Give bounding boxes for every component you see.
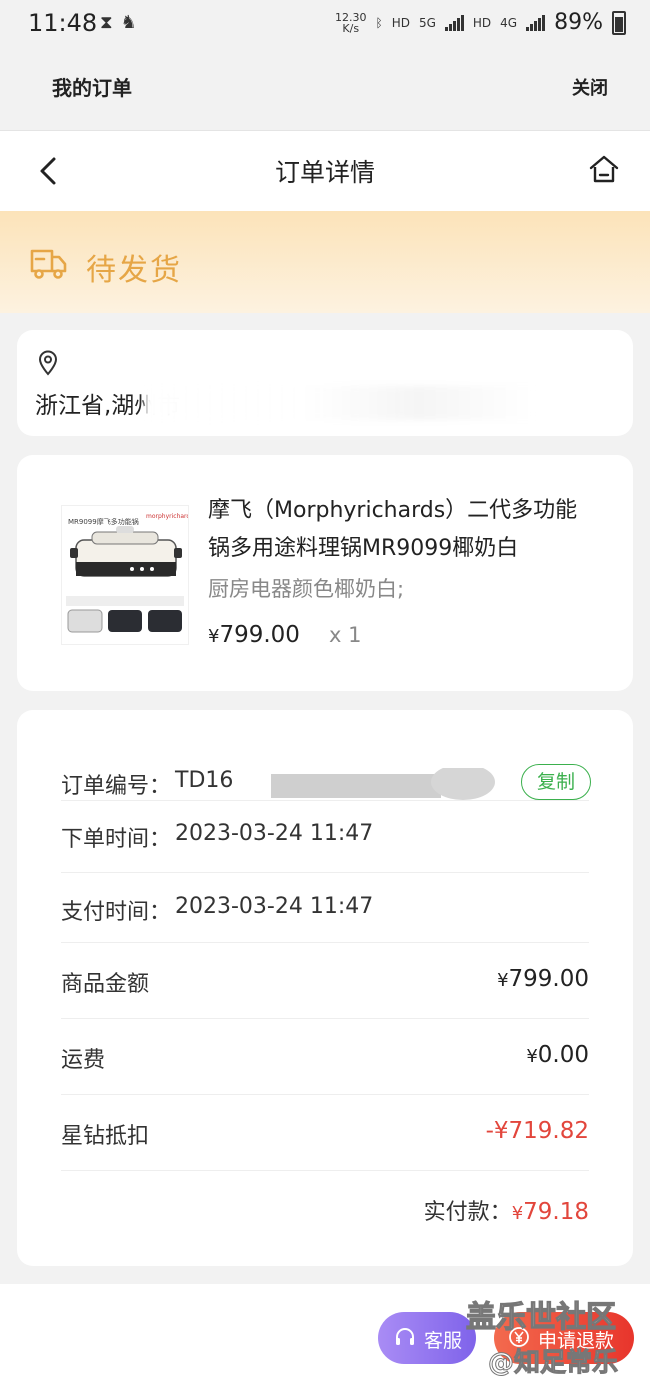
pay-time-row: 支付时间： 2023-03-24 11:47 <box>61 872 589 943</box>
hd-label-2: HD <box>472 15 492 30</box>
signal-icon <box>444 14 464 31</box>
order-number-label: 订单编号： <box>61 774 172 799</box>
clock: 11:48 <box>28 9 98 37</box>
address-redaction <box>145 386 535 420</box>
discount-label: 星钻抵扣 <box>61 1124 150 1149</box>
copy-button[interactable]: 复制 <box>521 764 591 800</box>
headset-icon <box>396 1328 414 1345</box>
shipping-row: 运费 ¥0.00 <box>61 1018 589 1095</box>
paid-amount: 实付款：¥79.18 <box>424 1194 589 1226</box>
product-price: ¥799.00 <box>208 622 300 648</box>
goods-amount-row: 商品金额 ¥799.00 <box>61 942 589 1019</box>
hourglass-icon: ⧗ <box>100 12 113 33</box>
shipping-label: 运费 <box>61 1048 106 1073</box>
address-card[interactable]: 浙江省,湖州市 <box>17 330 633 436</box>
product-image-caption: MR9099摩飞多功能锅 <box>68 517 139 526</box>
order-number-row: 订单编号： TD16 复制 <box>61 728 591 801</box>
pay-time-value: 2023-03-24 11:47 <box>175 894 374 919</box>
paid-value: ¥79.18 <box>511 1199 589 1225</box>
hd-label: HD <box>391 15 410 30</box>
watermark-user: @知足常乐 <box>487 1348 619 1379</box>
watermark-community: 盖乐世社区 <box>465 1299 616 1335</box>
order-info-card: 订单编号： TD16 复制 下单时间： 2023-03-24 11:47 支付时… <box>17 710 633 1266</box>
close-button[interactable]: 关闭 <box>572 74 608 100</box>
product-quantity: x 1 <box>329 623 362 647</box>
network-type-5g: 5G <box>418 15 436 30</box>
paid-label: 实付款： <box>423 1200 512 1225</box>
order-status-label: 待发货 <box>86 253 182 288</box>
page-title: 订单详情 <box>274 158 375 187</box>
battery-icon <box>612 10 626 35</box>
mini-program-header: 我的订单 关闭 <box>0 48 650 131</box>
order-time-label: 下单时间： <box>61 827 172 852</box>
order-time-value: 2023-03-24 11:47 <box>175 821 374 846</box>
goods-amount-label: 商品金额 <box>61 972 150 997</box>
discount-value: -¥719.82 <box>485 1118 589 1144</box>
product-card[interactable]: MR9099摩飞多功能锅 morphyrichards 摩飞（Morphyric… <box>17 455 633 691</box>
product-title: 摩飞（Morphyrichards）二代多功能锅多用途料理锅MR9099椰奶白 <box>208 498 578 561</box>
discount-row: 星钻抵扣 -¥719.82 <box>61 1094 589 1171</box>
app-notification-icon: ♞ <box>120 12 137 33</box>
customer-service-label: 客服 <box>424 1330 463 1352</box>
battery-percent: 89% <box>554 10 603 35</box>
bluetooth-icon: ᛒ <box>375 15 383 30</box>
location-pin-icon <box>38 350 58 376</box>
goods-amount-value: ¥799.00 <box>497 966 589 992</box>
product-spec: 厨房电器颜色椰奶白; <box>208 577 405 601</box>
product-image: MR9099摩飞多功能锅 morphyrichards <box>61 505 189 645</box>
order-number-value: TD16 <box>175 768 234 793</box>
order-time-row: 下单时间： 2023-03-24 11:47 <box>61 800 589 873</box>
order-number-redaction <box>271 768 495 800</box>
status-bar: 11:48 ⧗ ♞ 12.30 K/s ᛒ HD 5G HD 4G 89% <box>0 0 650 48</box>
home-icon[interactable] <box>588 153 620 185</box>
network-type-4g: 4G <box>500 15 518 30</box>
pay-time-label: 支付时间： <box>61 900 172 925</box>
product-image-brand: morphyrichards <box>146 513 189 520</box>
nav-bar: 订单详情 <box>0 131 650 211</box>
customer-service-button[interactable]: 客服 <box>378 1312 476 1364</box>
delivery-truck-icon <box>30 249 67 279</box>
signal-icon-2 <box>526 14 546 31</box>
shipping-value: ¥0.00 <box>526 1042 589 1068</box>
order-status-banner: 待发货 <box>0 211 650 313</box>
currency-symbol: ¥ <box>208 626 220 647</box>
mini-program-title: 我的订单 <box>52 76 132 100</box>
network-speed: 12.30 K/s <box>334 10 367 35</box>
